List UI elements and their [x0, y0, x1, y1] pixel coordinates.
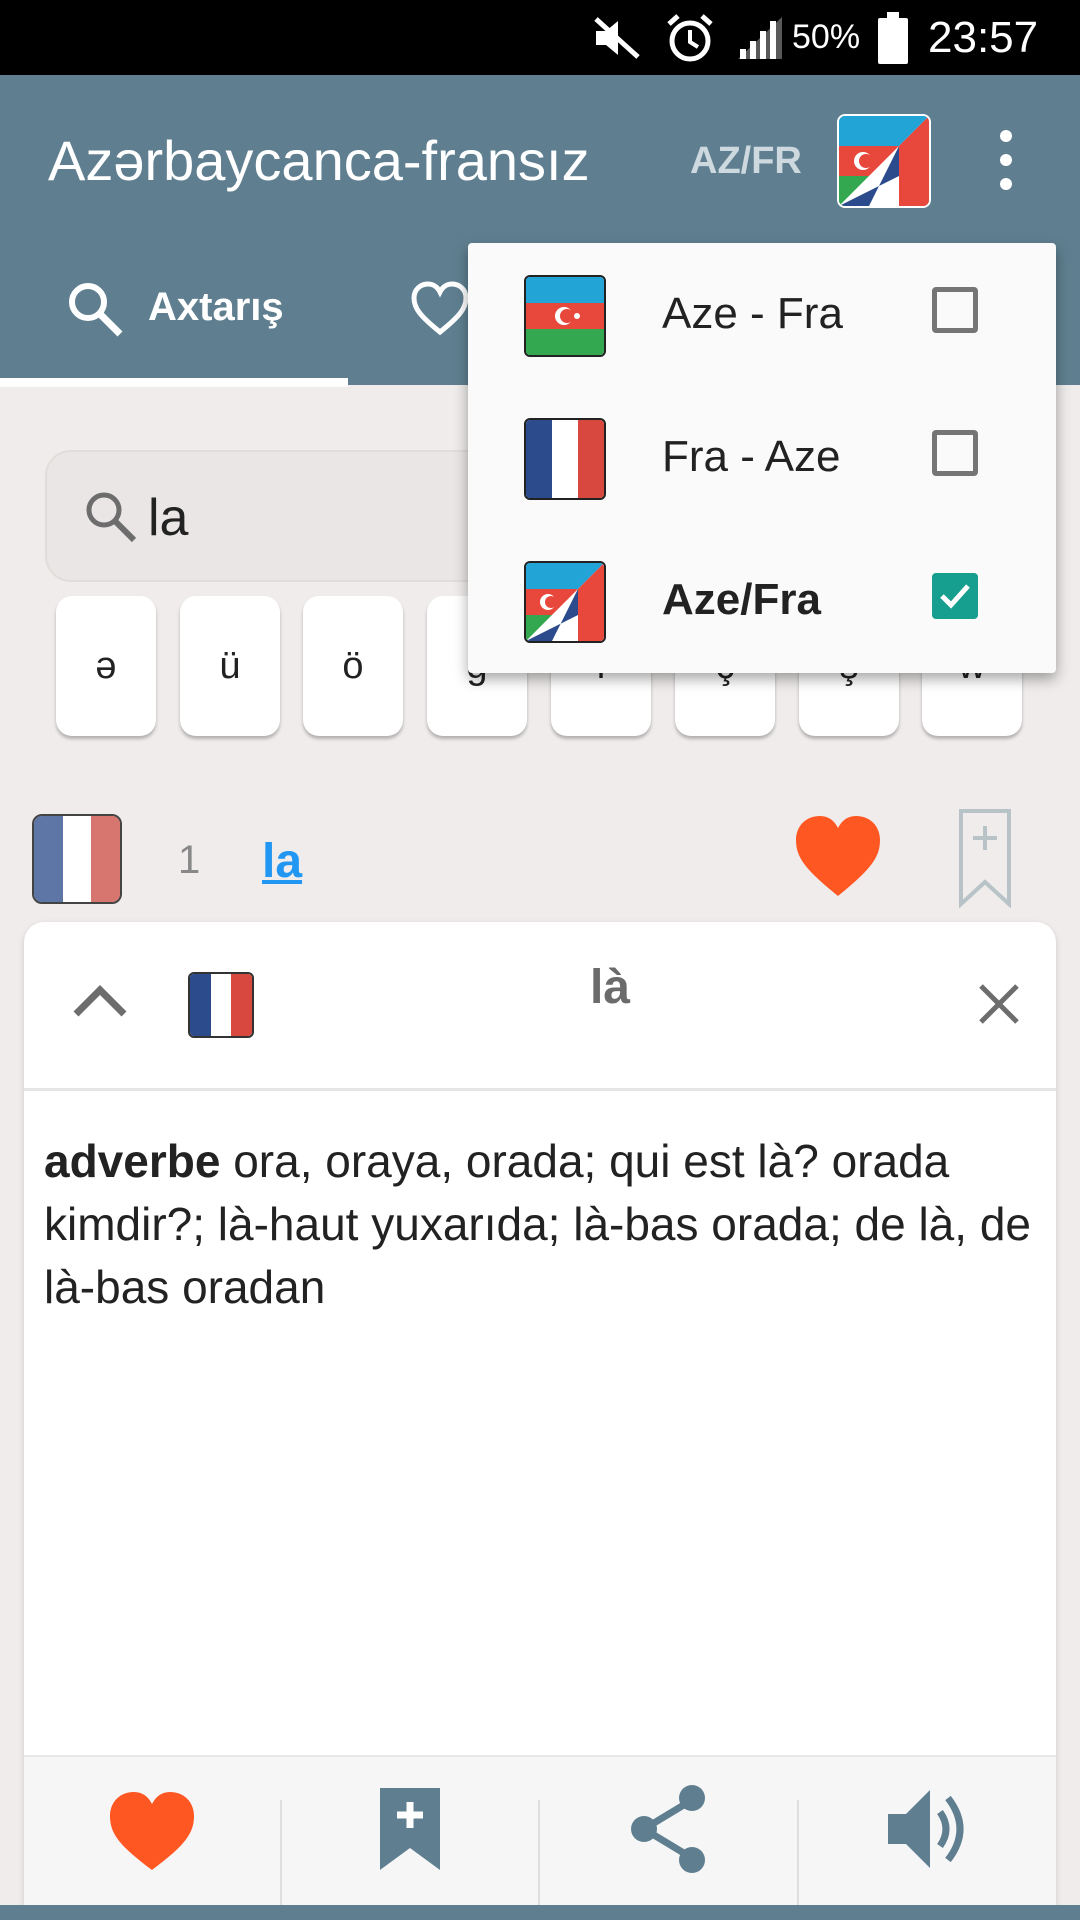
menu-item-fra-aze[interactable]: Fra - Aze — [468, 386, 1056, 529]
card-french-flag-icon — [188, 972, 254, 1038]
clock: 23:57 — [928, 12, 1039, 62]
char-key[interactable]: ü — [180, 596, 280, 736]
result-word-link[interactable]: la — [262, 834, 302, 889]
status-bar: 50% 23:57 — [0, 0, 1080, 75]
toolbar-favorite-heart-icon[interactable] — [106, 1786, 198, 1874]
char-key[interactable]: ə — [56, 596, 156, 736]
overflow-menu-icon[interactable] — [994, 130, 1018, 190]
definition-text: adverbe ora, oraya, orada; qui est là? o… — [44, 1130, 1034, 1319]
tab-favorites-heart-icon[interactable] — [410, 280, 470, 336]
bottom-edge — [0, 1905, 1080, 1920]
checkbox-fra-aze[interactable] — [932, 430, 978, 476]
part-of-speech: adverbe — [44, 1135, 221, 1187]
chevron-up-icon[interactable] — [70, 980, 130, 1020]
az-fr-flag-icon — [839, 116, 929, 206]
close-icon[interactable] — [975, 980, 1023, 1028]
card-headword: là — [589, 961, 631, 1014]
checkmark-icon — [940, 584, 970, 609]
battery-icon — [876, 0, 910, 75]
speaker-icon[interactable] — [884, 1782, 974, 1876]
menu-item-label: Aze/Fra — [662, 575, 821, 624]
search-field-icon — [86, 492, 137, 543]
checkbox-aze-fra-both-checked[interactable] — [932, 573, 978, 619]
language-code[interactable]: AZ/FR — [690, 140, 802, 183]
tab-search[interactable]: Axtarış — [0, 250, 348, 385]
language-direction-menu: Aze - Fra Fra - Aze Aze/Fra — [468, 243, 1056, 673]
menu-item-label: Fra - Aze — [662, 432, 841, 481]
az-fr-combined-flag-icon — [524, 561, 606, 643]
favorite-heart-icon[interactable] — [790, 808, 886, 904]
result-index: 1 — [178, 838, 201, 882]
share-icon[interactable] — [626, 1782, 712, 1876]
toolbar-add-bookmark-icon[interactable] — [378, 1786, 442, 1872]
toolbar-separator — [538, 1800, 540, 1905]
language-flag-button[interactable] — [837, 114, 931, 208]
search-icon — [69, 283, 123, 337]
azerbaijan-flag-icon — [524, 275, 606, 357]
toolbar-separator — [797, 1800, 799, 1905]
battery-percent: 50% — [792, 18, 861, 56]
menu-item-label: Aze - Fra — [662, 289, 843, 338]
menu-item-aze-fra-both[interactable]: Aze/Fra — [468, 529, 1056, 672]
add-bookmark-icon[interactable] — [958, 808, 1012, 908]
toolbar-separator — [280, 1800, 282, 1905]
tab-indicator — [0, 378, 348, 387]
app-title: Azərbaycanca-fransız — [48, 129, 590, 192]
card-divider — [24, 1088, 1056, 1091]
result-french-flag-icon — [32, 814, 122, 904]
tab-search-label: Axtarış — [148, 285, 284, 329]
alarm-icon — [664, 0, 716, 75]
search-query[interactable]: la — [148, 488, 188, 548]
signal-icon — [734, 0, 784, 75]
menu-item-aze-fra[interactable]: Aze - Fra — [468, 243, 1056, 386]
char-key[interactable]: ö — [303, 596, 403, 736]
mute-icon — [592, 0, 642, 75]
checkbox-aze-fra[interactable] — [932, 287, 978, 333]
french-flag-icon — [524, 418, 606, 500]
